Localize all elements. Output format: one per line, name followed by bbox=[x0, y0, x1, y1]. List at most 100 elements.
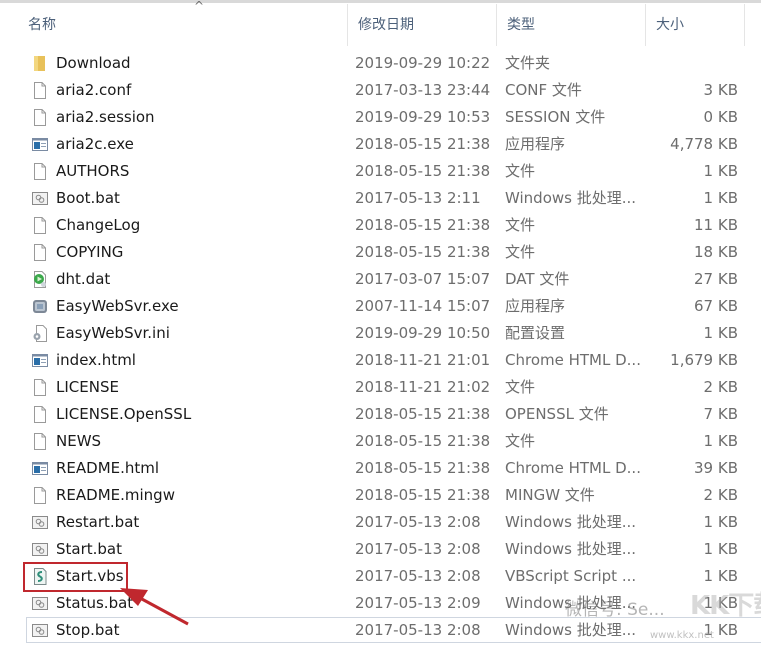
file-date-modified: 2017-05-13 2:08 bbox=[355, 540, 481, 558]
file-name: Restart.bat bbox=[56, 513, 140, 531]
file-row[interactable]: index.html 2018-11-21 21:01 Chrome HTML D.… bbox=[0, 347, 761, 374]
column-header-size[interactable]: 大小 bbox=[645, 4, 745, 46]
folder-icon bbox=[32, 55, 48, 72]
file-icon bbox=[32, 82, 48, 99]
file-row[interactable]: Stop.bat 2017-05-13 2:08 Windows 批处理... 1 K… bbox=[0, 617, 761, 644]
column-header-type[interactable]: 类型 bbox=[496, 4, 645, 46]
file-size: 1 KB bbox=[703, 432, 738, 450]
file-name: AUTHORS bbox=[56, 162, 130, 180]
window-top-border bbox=[0, 0, 761, 3]
media-file-icon bbox=[32, 271, 48, 288]
file-row[interactable]: Restart.bat 2017-05-13 2:08 Windows 批处理...… bbox=[0, 509, 761, 536]
file-type: 文件 bbox=[505, 243, 536, 261]
file-row[interactable]: LICENSE 2018-11-21 21:02 文件 2 KB bbox=[0, 374, 761, 401]
file-size: 3 KB bbox=[703, 81, 738, 99]
watermark-text: 微信号: Se... bbox=[565, 600, 665, 620]
file-size: 4,778 KB bbox=[670, 135, 738, 153]
file-row[interactable]: ChangeLog 2018-05-15 21:38 文件 11 KB bbox=[0, 212, 761, 239]
column-header-type-label: 类型 bbox=[507, 17, 535, 33]
sort-ascending-icon: ^ bbox=[194, 0, 205, 13]
file-date-modified: 2019-09-29 10:22 bbox=[355, 54, 491, 72]
bat-icon bbox=[32, 622, 48, 639]
file-name: aria2.session bbox=[56, 108, 155, 126]
file-date-modified: 2019-09-29 10:50 bbox=[355, 324, 491, 342]
file-name: Start.bat bbox=[56, 540, 123, 558]
file-type: 文件 bbox=[505, 216, 536, 234]
file-type: Chrome HTML D... bbox=[505, 459, 641, 477]
column-header-date[interactable]: 修改日期 bbox=[347, 4, 496, 46]
file-date-modified: 2018-11-21 21:02 bbox=[355, 378, 491, 396]
file-row[interactable]: EasyWebSvr.exe 2007-11-14 15:07 应用程序 67 KB bbox=[0, 293, 761, 320]
file-type: Windows 批处理... bbox=[505, 540, 637, 558]
file-icon bbox=[32, 487, 48, 504]
file-icon bbox=[32, 163, 48, 180]
file-date-modified: 2017-05-13 2:09 bbox=[355, 594, 481, 612]
file-name: NEWS bbox=[56, 432, 102, 450]
file-name: dht.dat bbox=[56, 270, 111, 288]
file-date-modified: 2017-05-13 2:08 bbox=[355, 567, 481, 585]
file-date-modified: 2018-05-15 21:38 bbox=[355, 216, 491, 234]
file-size: 7 KB bbox=[703, 405, 738, 423]
annotation-highlight-box bbox=[23, 562, 128, 592]
file-type: Chrome HTML D... bbox=[505, 351, 641, 369]
watermark-url: www.kkx.net bbox=[650, 630, 714, 641]
file-type: Windows 批处理... bbox=[505, 189, 637, 207]
file-size: 1 KB bbox=[703, 324, 738, 342]
file-row[interactable]: README.mingw 2018-05-15 21:38 MINGW 文件 2 KB bbox=[0, 482, 761, 509]
file-row[interactable]: NEWS 2018-05-15 21:38 文件 1 KB bbox=[0, 428, 761, 455]
file-date-modified: 2017-03-13 23:44 bbox=[355, 81, 491, 99]
column-header-name-label: 名称 bbox=[28, 17, 56, 33]
file-date-modified: 2017-05-13 2:11 bbox=[355, 189, 481, 207]
file-date-modified: 2017-03-07 15:07 bbox=[355, 270, 491, 288]
file-size: 2 KB bbox=[703, 486, 738, 504]
file-name: ChangeLog bbox=[56, 216, 141, 234]
column-header-size-label: 大小 bbox=[656, 17, 684, 33]
column-header-date-label: 修改日期 bbox=[358, 17, 414, 33]
file-type: Windows 批处理... bbox=[505, 621, 637, 639]
file-date-modified: 2018-05-15 21:38 bbox=[355, 486, 491, 504]
file-row[interactable]: Start.bat 2017-05-13 2:08 Windows 批处理... 1 … bbox=[0, 536, 761, 563]
file-type: CONF 文件 bbox=[505, 81, 582, 99]
column-header-bar: 名称 ^ 修改日期 类型 大小 bbox=[0, 0, 761, 46]
file-size: 27 KB bbox=[694, 270, 738, 288]
file-row[interactable]: AUTHORS 2018-05-15 21:38 文件 1 KB bbox=[0, 158, 761, 185]
file-type: 应用程序 bbox=[505, 135, 566, 153]
file-size: 39 KB bbox=[694, 459, 738, 477]
file-size: 1 KB bbox=[703, 540, 738, 558]
file-row[interactable]: aria2c.exe 2018-05-15 21:38 应用程序 4,778 KB bbox=[0, 131, 761, 158]
file-row[interactable]: Download 2019-09-29 10:22 文件夹 bbox=[0, 50, 761, 77]
file-name: index.html bbox=[56, 351, 136, 369]
file-name: aria2c.exe bbox=[56, 135, 134, 153]
file-type: Windows 批处理... bbox=[505, 513, 637, 531]
file-icon bbox=[32, 109, 48, 126]
file-row[interactable]: aria2.session 2019-09-29 10:53 SESSION 文件 0… bbox=[0, 104, 761, 131]
file-icon bbox=[32, 406, 48, 423]
bat-icon bbox=[32, 541, 48, 558]
file-date-modified: 2018-05-15 21:38 bbox=[355, 405, 491, 423]
bat-icon bbox=[32, 190, 48, 207]
file-type: 文件 bbox=[505, 432, 536, 450]
file-row[interactable]: aria2.conf 2017-03-13 23:44 CONF 文件 3 KB bbox=[0, 77, 761, 104]
file-icon bbox=[32, 244, 48, 261]
file-size: 2 KB bbox=[703, 378, 738, 396]
column-header-name[interactable]: 名称 ^ bbox=[18, 0, 347, 46]
watermark-logo: KK下载 bbox=[690, 591, 761, 621]
file-row[interactable]: Boot.bat 2017-05-13 2:11 Windows 批处理... 1 K… bbox=[0, 185, 761, 212]
file-size: 0 KB bbox=[703, 108, 738, 126]
file-date-modified: 2018-05-15 21:38 bbox=[355, 432, 491, 450]
file-row[interactable]: dht.dat 2017-03-07 15:07 DAT 文件 27 KB bbox=[0, 266, 761, 293]
file-row[interactable]: COPYING 2018-05-15 21:38 文件 18 KB bbox=[0, 239, 761, 266]
file-type: 应用程序 bbox=[505, 297, 566, 315]
file-name: aria2.conf bbox=[56, 81, 132, 99]
file-row[interactable]: LICENSE.OpenSSL 2018-05-15 21:38 OPENSSL 文… bbox=[0, 401, 761, 428]
html-icon bbox=[32, 352, 48, 369]
file-type: SESSION 文件 bbox=[505, 108, 606, 126]
file-type: 文件 bbox=[505, 162, 536, 180]
html-icon bbox=[32, 460, 48, 477]
file-type: 配置设置 bbox=[505, 324, 566, 342]
file-row[interactable]: EasyWebSvr.ini 2019-09-29 10:50 配置设置 1 KB bbox=[0, 320, 761, 347]
file-row[interactable]: README.html 2018-05-15 21:38 Chrome HTML D… bbox=[0, 455, 761, 482]
file-name: Stop.bat bbox=[56, 621, 120, 639]
bat-icon bbox=[32, 514, 48, 531]
file-size: 1,679 KB bbox=[670, 351, 738, 369]
